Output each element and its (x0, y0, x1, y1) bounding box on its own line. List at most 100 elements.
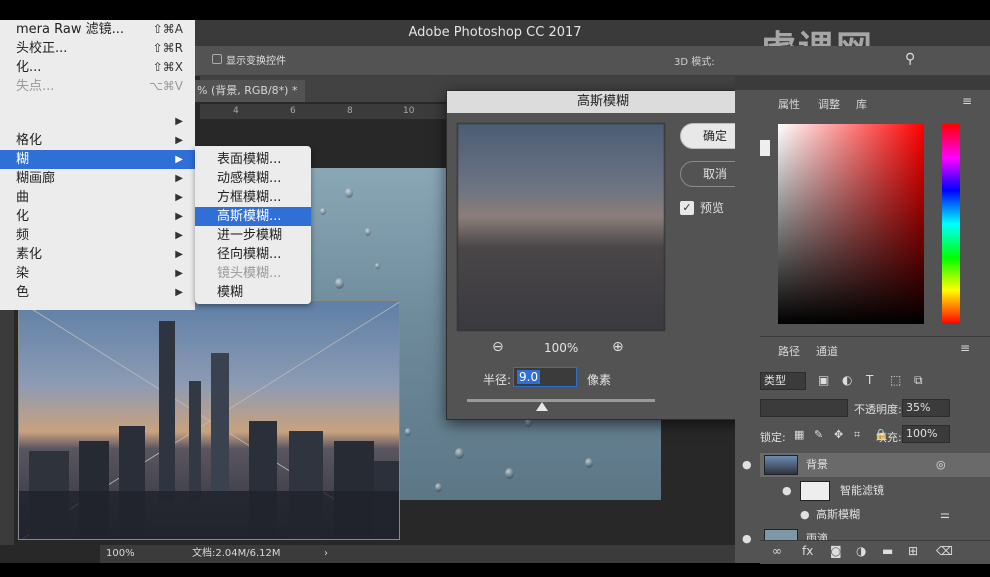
radius-unit: 像素 (587, 373, 612, 387)
menu-item-vanishing-point: 失点... ⌥⌘V (16, 79, 183, 94)
submenu-box-blur[interactable]: 方框模糊... (195, 188, 311, 207)
fill-input[interactable]: 100% (902, 425, 950, 443)
lock-artboard-icon[interactable]: ⌗ (854, 428, 860, 442)
radius-label: 半径: (483, 373, 512, 387)
menu-item-blur-gallery[interactable]: 糊画廊 ▶ (0, 169, 195, 188)
status-arrow-icon[interactable]: › (324, 545, 328, 563)
lock-transparency-icon[interactable]: ▦ (794, 428, 804, 441)
layer-row-smart-filters[interactable]: ● 智能滤镜 (760, 479, 990, 503)
blend-mode-select[interactable] (760, 399, 848, 417)
new-layer-icon[interactable]: ⊞ (908, 544, 918, 558)
show-transform-label: 显示变换控件 (226, 56, 286, 67)
menu-item-sharpen[interactable]: 化 ▶ (0, 207, 195, 226)
menu-item-noise[interactable]: 色 ▶ (0, 283, 195, 302)
layer-row-gaussian-filter[interactable]: ● 高斯模糊 ⚌ (760, 503, 990, 527)
lock-label: 锁定: (760, 431, 786, 444)
new-group-icon[interactable]: ▬ (882, 544, 893, 558)
opacity-input[interactable]: 35% (902, 399, 950, 417)
opacity-label: 不透明度: (854, 403, 902, 416)
lock-position-icon[interactable]: ✥ (834, 428, 843, 441)
filter-mask-thumbnail (800, 481, 830, 501)
hue-slider[interactable] (942, 124, 960, 324)
show-transform-checkbox[interactable] (212, 54, 222, 64)
zoom-readout[interactable]: 100% (106, 545, 135, 563)
tab-paths[interactable]: 路径 (778, 343, 800, 359)
menu-item-3d[interactable]: ▶ (0, 112, 195, 131)
smart-object-filter-icon[interactable]: ⧉ (914, 373, 923, 388)
foreground-color-swatch[interactable] (760, 140, 770, 156)
tab-properties[interactable]: 属性 (778, 96, 800, 112)
menu-item-liquify[interactable]: 化... ⇧⌘X (0, 58, 195, 77)
ruler-tick: 10 (403, 106, 415, 116)
status-bar: 100% 文档:2.04M/6.12M › (100, 545, 735, 563)
dialog-title: 高斯模糊 (447, 91, 759, 113)
image-filter-icon[interactable]: ▣ (818, 373, 829, 387)
submenu-blur[interactable]: 模糊 (195, 283, 311, 302)
submenu-blur-more[interactable]: 进一步模糊 (195, 226, 311, 245)
submenu-surface-blur[interactable]: 表面模糊... (195, 150, 311, 169)
delete-layer-icon[interactable]: ⌫ (936, 544, 953, 558)
layer-name: 高斯模糊 (816, 508, 860, 521)
submenu-radial-blur[interactable]: 径向模糊... (195, 245, 311, 264)
adjustment-layer-icon[interactable]: ◑ (856, 544, 866, 558)
fx-icon[interactable]: fx (802, 544, 813, 558)
radius-input[interactable]: 9.0 (513, 367, 577, 387)
visibility-eye-icon[interactable]: ● (782, 479, 792, 503)
layers-footer: ∞ fx ◙ ◑ ▬ ⊞ ⌫ (760, 540, 990, 564)
menu-item-camera-raw[interactable]: mera Raw 滤镜... ⇧⌘A (0, 20, 195, 39)
tab-libraries[interactable]: 库 (856, 96, 867, 112)
color-panel-tabs: 属性 调整 库 ≡ (770, 92, 990, 114)
document-tab[interactable]: % (背景, RGB/8*) * (195, 80, 305, 102)
menu-item-video[interactable]: 频 ▶ (0, 226, 195, 245)
lock-paint-icon[interactable]: ✎ (814, 428, 823, 441)
menu-item-distort[interactable]: 曲 ▶ (0, 188, 195, 207)
preview-checkbox[interactable]: ✓ (680, 201, 694, 215)
submenu-gaussian-blur[interactable]: 高斯模糊... (195, 207, 311, 226)
panel-collapse-bar[interactable] (735, 76, 990, 90)
layer-name: 智能滤镜 (840, 484, 884, 497)
layers-menu-icon[interactable]: ≡ (960, 341, 970, 355)
tab-channels[interactable]: 通道 (816, 343, 838, 359)
layer-row-background[interactable]: ● 背景 ◎ (742, 453, 990, 477)
radius-slider[interactable] (467, 399, 655, 402)
3d-mode-label: 3D 模式: (674, 57, 715, 68)
visibility-eye-icon[interactable]: ● (742, 527, 752, 551)
ruler-tick: 4 (233, 106, 239, 116)
link-layers-icon[interactable]: ∞ (772, 544, 782, 558)
color-picker-field[interactable] (778, 124, 924, 324)
add-mask-icon[interactable]: ◙ (830, 544, 842, 558)
layer-thumbnail (764, 455, 798, 475)
search-icon[interactable]: ⚲ (905, 51, 915, 67)
radius-slider-thumb[interactable] (536, 402, 549, 411)
layers-panel: 路径 通道 ≡ 类型 ▣ ◐ T ⬚ ⧉ 不透明度: 35% 锁定: ▦ ✎ ✥… (742, 336, 990, 564)
smart-object-badge-icon: ◎ (936, 458, 946, 471)
layer-filter-kind[interactable]: 类型 (760, 372, 806, 390)
submenu-motion-blur[interactable]: 动感模糊... (195, 169, 311, 188)
menu-item-blur[interactable]: 糊 ▶ (0, 150, 195, 169)
menu-item-pixelate[interactable]: 素化 ▶ (0, 245, 195, 264)
city-skyline-image[interactable] (18, 300, 400, 540)
zoom-out-icon[interactable]: ⊖ (492, 339, 504, 355)
zoom-in-icon[interactable]: ⊕ (612, 339, 624, 355)
ruler-tick: 8 (347, 106, 353, 116)
blur-preview-image[interactable] (457, 123, 665, 331)
shape-filter-icon[interactable]: ⬚ (890, 373, 901, 387)
fill-label: 填充: (876, 431, 902, 444)
window-title: Adobe Photoshop CC 2017 (408, 25, 582, 40)
submenu-lens-blur: 镜头模糊... (217, 266, 282, 281)
filter-options-icon[interactable]: ⚌ (940, 503, 950, 527)
panel-menu-icon[interactable]: ≡ (962, 94, 972, 108)
preview-zoom-level: 100% (544, 341, 579, 355)
visibility-eye-icon[interactable]: ● (742, 453, 752, 477)
type-filter-icon[interactable]: T (866, 373, 873, 387)
adjustment-filter-icon[interactable]: ◐ (842, 373, 852, 387)
skyline-illustration (19, 301, 399, 539)
menu-item-stylize[interactable]: 格化 ▶ (0, 131, 195, 150)
tab-adjustments[interactable]: 调整 (818, 96, 840, 112)
visibility-eye-icon[interactable]: ● (800, 503, 810, 527)
photoshop-app: Adobe Photoshop CC 2017 虎课网 显示变换控件 3D 模式… (0, 0, 990, 577)
menu-item-lens-correction[interactable]: 头校正... ⇧⌘R (0, 39, 195, 58)
menu-item-render[interactable]: 染 ▶ (0, 264, 195, 283)
document-info: 文档:2.04M/6.12M (192, 548, 281, 559)
gaussian-blur-dialog: 高斯模糊 确定 取消 ✓ 预览 ⊖ 100% ⊕ 半径: 9.0 像素 (446, 90, 760, 420)
